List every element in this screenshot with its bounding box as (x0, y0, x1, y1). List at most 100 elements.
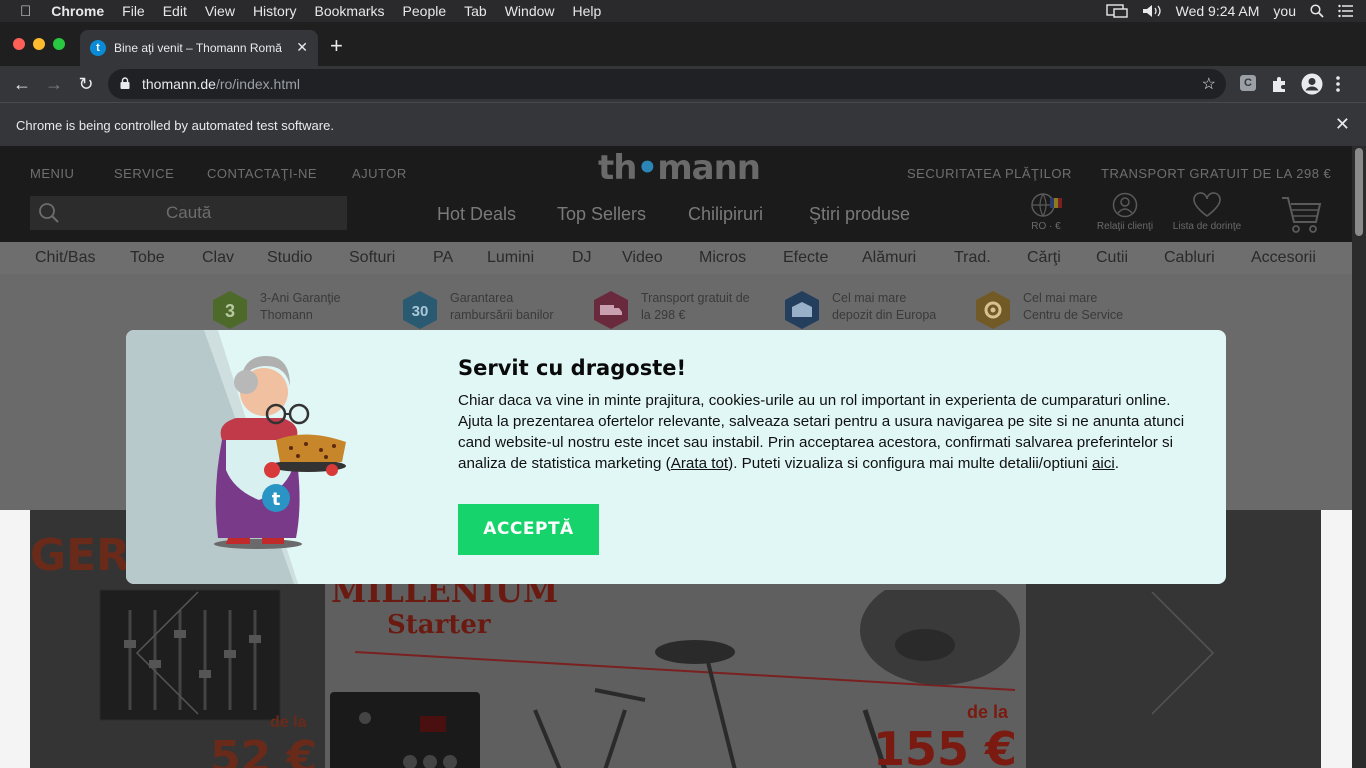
thomann-favicon-icon: t (90, 40, 106, 56)
lock-icon (120, 77, 130, 89)
notification-center-icon[interactable] (1338, 4, 1354, 18)
menu-clock[interactable]: Wed 9:24 AM (1176, 3, 1260, 19)
category-brass[interactable]: Alămuri (862, 249, 916, 267)
browser-tab-active[interactable]: t Bine aţi venit – Thomann Romă ✕ (80, 30, 318, 66)
usp-warranty-line2: Thomann (260, 308, 313, 322)
category-lighting[interactable]: Lumini (487, 249, 534, 267)
usp-money-back-line2: rambursării banilor (450, 308, 554, 322)
extensions-puzzle-icon[interactable] (1270, 74, 1290, 94)
top-sellers-link[interactable]: Top Sellers (557, 204, 646, 225)
url-host: thomann.de (142, 76, 216, 92)
money-back-30-icon: 30 (403, 291, 437, 329)
url-path: /ro/index.html (215, 76, 300, 92)
category-micros[interactable]: Micros (699, 249, 746, 267)
shopping-cart-icon[interactable] (1280, 194, 1322, 234)
profile-avatar-icon[interactable] (1301, 73, 1323, 95)
category-keys[interactable]: Clav (202, 249, 234, 267)
category-guitar-bass[interactable]: Chit/Bas (35, 249, 95, 267)
page-scrollbar[interactable] (1352, 146, 1366, 768)
banner-left-price-prefix: de la (270, 714, 307, 731)
menu-user[interactable]: you (1273, 3, 1296, 19)
reload-icon[interactable]: ↻ (74, 72, 98, 96)
volume-icon[interactable] (1142, 4, 1162, 18)
search-placeholder: Caută (166, 203, 212, 222)
category-pa[interactable]: PA (433, 249, 453, 267)
tab-title: Bine aţi venit – Thomann Romă (114, 41, 282, 55)
category-cables[interactable]: Cabluri (1164, 249, 1215, 267)
new-tab-icon[interactable]: + (330, 35, 343, 57)
svg-text:3: 3 (225, 301, 235, 321)
menu-help[interactable]: Help (573, 3, 602, 19)
category-cases[interactable]: Cutii (1096, 249, 1128, 267)
apple-icon[interactable]:  (20, 3, 31, 20)
menu-tab[interactable]: Tab (464, 3, 487, 19)
usp-warehouse-line1: Cel mai mare (832, 291, 907, 305)
address-bar[interactable]: thomann.de/ro/index.html ☆ (108, 69, 1226, 99)
automation-infobar: Chrome is being controlled by automated … (0, 102, 1366, 146)
menu-window[interactable]: Window (505, 3, 555, 19)
banner-center-price-prefix: de la (967, 702, 1009, 722)
locale-label: RO · € (1031, 221, 1061, 232)
locale-selector[interactable]: RO · € (1028, 192, 1064, 232)
web-page: MENIU SERVICE CONTACTAŢI-NE AJUTOR SECUR… (0, 146, 1352, 768)
configure-here-link[interactable]: aici (1092, 455, 1115, 472)
category-software[interactable]: Softuri (349, 249, 395, 267)
extension-c-icon[interactable]: C (1240, 75, 1256, 91)
forward-icon[interactable]: → (42, 72, 66, 96)
menu-bookmarks[interactable]: Bookmarks (315, 3, 385, 19)
infobar-close-icon[interactable]: ✕ (1335, 114, 1350, 135)
heart-icon (1193, 192, 1221, 217)
carousel-prev-icon[interactable] (134, 590, 200, 716)
modal-body-text-2: ). Puteti vizualiza si configura mai mul… (728, 455, 1092, 472)
svg-text:30: 30 (412, 303, 429, 320)
category-effects[interactable]: Efecte (783, 249, 828, 267)
window-close-button[interactable] (13, 38, 25, 50)
scrollbar-thumb[interactable] (1355, 148, 1363, 236)
nav-contact-link[interactable]: CONTACTAŢI-NE (207, 166, 317, 181)
nav-menu-link[interactable]: MENIU (30, 166, 74, 181)
grandma-cookies-illustration-icon: t (126, 330, 346, 584)
category-nav: Chit/Bas Tobe Clav Studio Softuri PA Lum… (0, 242, 1352, 274)
back-icon[interactable]: ← (10, 72, 34, 96)
wishlist-link[interactable]: Lista de dorinţe (1166, 192, 1248, 232)
modal-body: Chiar daca va vine in minte prajitura, c… (458, 390, 1198, 474)
bargains-link[interactable]: Chilipiruri (688, 204, 763, 225)
category-video[interactable]: Video (622, 249, 663, 267)
category-books[interactable]: Cărţi (1027, 249, 1061, 267)
hot-deals-link[interactable]: Hot Deals (437, 204, 516, 225)
window-minimize-button[interactable] (33, 38, 45, 50)
category-traditional[interactable]: Trad. (954, 249, 991, 267)
menu-app-name[interactable]: Chrome (51, 3, 104, 19)
category-accessories[interactable]: Accesorii (1251, 249, 1316, 267)
category-drums[interactable]: Tobe (130, 249, 165, 267)
chrome-menu-icon[interactable] (1334, 74, 1342, 94)
usp-shipping-line2: la 298 € (641, 308, 686, 322)
infobar-message: Chrome is being controlled by automated … (16, 118, 334, 133)
show-all-link[interactable]: Arata tot (671, 455, 728, 472)
free-shipping-link[interactable]: TRANSPORT GRATUIT DE LA 298 € (1101, 166, 1331, 181)
thomann-logo[interactable]: th•mann (598, 148, 761, 188)
menu-file[interactable]: File (122, 3, 145, 19)
menu-view[interactable]: View (205, 3, 235, 19)
bookmark-star-icon[interactable]: ☆ (1202, 74, 1216, 94)
spotlight-search-icon[interactable] (1310, 4, 1324, 18)
nav-help-link[interactable]: AJUTOR (352, 166, 407, 181)
nav-service-link[interactable]: SERVICE (114, 166, 174, 181)
tab-close-icon[interactable]: ✕ (296, 39, 308, 56)
usp-warranty-line1: 3-Ani Garanţie (260, 291, 341, 305)
menu-history[interactable]: History (253, 3, 297, 19)
display-mirroring-icon[interactable] (1105, 4, 1128, 18)
payment-security-link[interactable]: SECURITATEA PLĂŢILOR (907, 166, 1072, 181)
customer-relations-link[interactable]: Relaţii clienţi (1092, 192, 1158, 232)
site-search-input[interactable]: Caută (30, 196, 347, 230)
site-header: MENIU SERVICE CONTACTAŢI-NE AJUTOR SECUR… (0, 146, 1352, 242)
menu-edit[interactable]: Edit (163, 3, 187, 19)
product-news-link[interactable]: Ştiri produse (809, 204, 910, 225)
modal-title: Servit cu dragoste! (458, 356, 687, 380)
category-dj[interactable]: DJ (572, 249, 592, 267)
menu-people[interactable]: People (403, 3, 447, 19)
accept-cookies-button[interactable]: ACCEPTĂ (458, 504, 599, 555)
window-maximize-button[interactable] (53, 38, 65, 50)
carousel-next-icon[interactable] (1150, 590, 1216, 716)
category-studio[interactable]: Studio (267, 249, 312, 267)
